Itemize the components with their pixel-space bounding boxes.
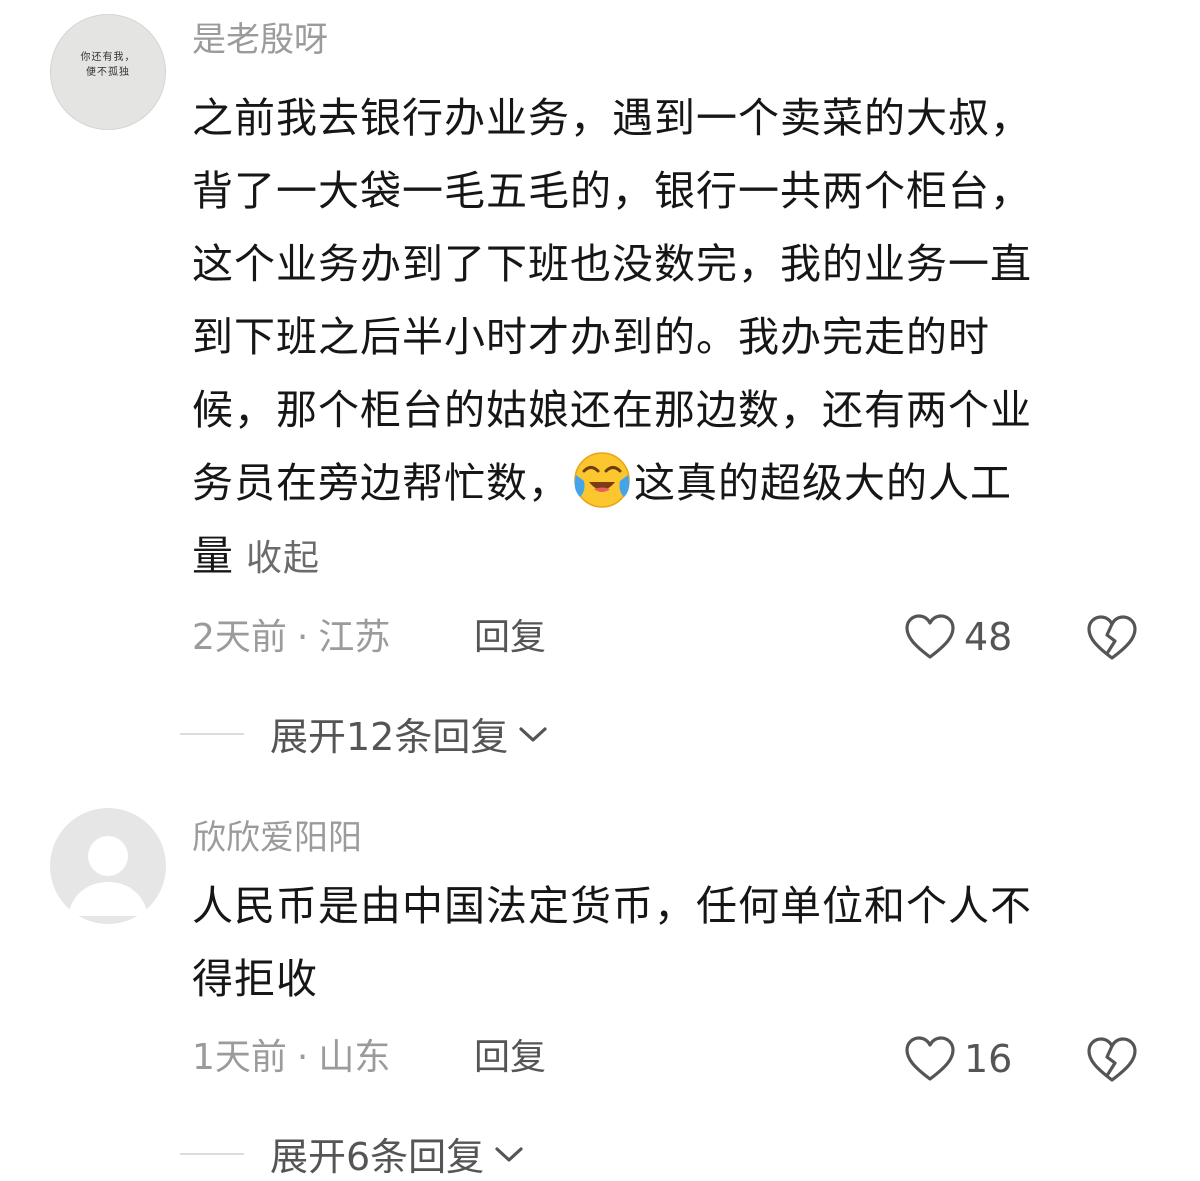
divider <box>180 1152 244 1155</box>
person-silhouette-icon <box>68 836 148 916</box>
comment-text: 人民币是由中国法定货币，任何单位和个人不 得拒收 <box>192 870 1152 1016</box>
comment-meta: 2天前 · 江苏 回复 <box>192 616 546 660</box>
comment-line: 背了一大袋一毛五毛的，银行一共两个柜台， <box>192 167 1032 215</box>
comment-line: 候，那个柜台的姑娘还在那边数，还有两个业 <box>192 386 1032 434</box>
comment-line: 务员在旁边帮忙数， 这真的超级大的人工 <box>192 447 1152 520</box>
expand-replies-label: 展开12条回复 <box>270 715 509 759</box>
username[interactable]: 欣欣爱阳阳 <box>192 816 362 860</box>
like-count: 48 <box>964 615 1013 659</box>
broken-heart-icon[interactable] <box>1086 1036 1138 1084</box>
expand-replies-button[interactable]: 展开12条回复 <box>180 706 550 761</box>
crying-laughing-emoji-icon <box>574 452 630 508</box>
meta-separator: · <box>296 617 309 658</box>
meta-separator: · <box>296 1037 309 1078</box>
avatar[interactable] <box>50 808 166 924</box>
comment-line: 之前我去银行办业务，遇到一个卖菜的大叔， <box>192 94 1032 142</box>
collapse-link[interactable]: 收起 <box>246 538 320 579</box>
heart-outline-icon <box>905 614 955 659</box>
timestamp: 2天前 <box>192 617 287 658</box>
comment-text: 之前我去银行办业务，遇到一个卖菜的大叔， 背了一大袋一毛五毛的，银行一共两个柜台… <box>192 82 1152 595</box>
chevron-down-icon <box>519 726 547 742</box>
comment-line-part: 量 <box>192 532 234 580</box>
divider <box>180 732 244 735</box>
like-count: 16 <box>964 1037 1013 1081</box>
comment-line: 这个业务办到了下班也没数完，我的业务一直 <box>192 240 1032 288</box>
timestamp: 1天前 <box>192 1037 287 1078</box>
comment-line: 人民币是由中国法定货币，任何单位和个人不 <box>192 882 1032 930</box>
location: 山东 <box>318 1037 391 1078</box>
avatar[interactable]: 你还有我， 便不孤独 <box>50 14 166 130</box>
comment-item: 你还有我， 便不孤独 是老殷呀 之前我去银行办业务，遇到一个卖菜的大叔， 背了一… <box>0 0 1200 790</box>
chevron-down-icon <box>495 1146 523 1162</box>
username[interactable]: 是老殷呀 <box>192 18 328 62</box>
comment-line: 到下班之后半小时才办到的。我办完走的时 <box>192 313 990 361</box>
like-button[interactable]: 16 <box>904 1034 1012 1084</box>
like-button[interactable]: 48 <box>904 612 1012 662</box>
reply-button[interactable]: 回复 <box>474 616 546 660</box>
heart-outline-icon <box>905 1036 955 1081</box>
avatar-caption: 你还有我， 便不孤独 <box>80 52 136 78</box>
comment-line: 得拒收 <box>192 955 318 1003</box>
comment-line-part: 务员在旁边帮忙数， <box>192 459 570 507</box>
comment-meta: 1天前 · 山东 回复 <box>192 1036 546 1080</box>
location: 江苏 <box>318 617 391 658</box>
reply-button[interactable]: 回复 <box>474 1036 546 1080</box>
comment-line: 量收起 <box>192 520 1152 595</box>
comment-line-part: 这真的超级大的人工 <box>634 459 1012 507</box>
broken-heart-icon[interactable] <box>1086 614 1138 662</box>
comment-item: 欣欣爱阳阳 人民币是由中国法定货币，任何单位和个人不 得拒收 1天前 · 山东 回复… <box>0 790 1200 1179</box>
